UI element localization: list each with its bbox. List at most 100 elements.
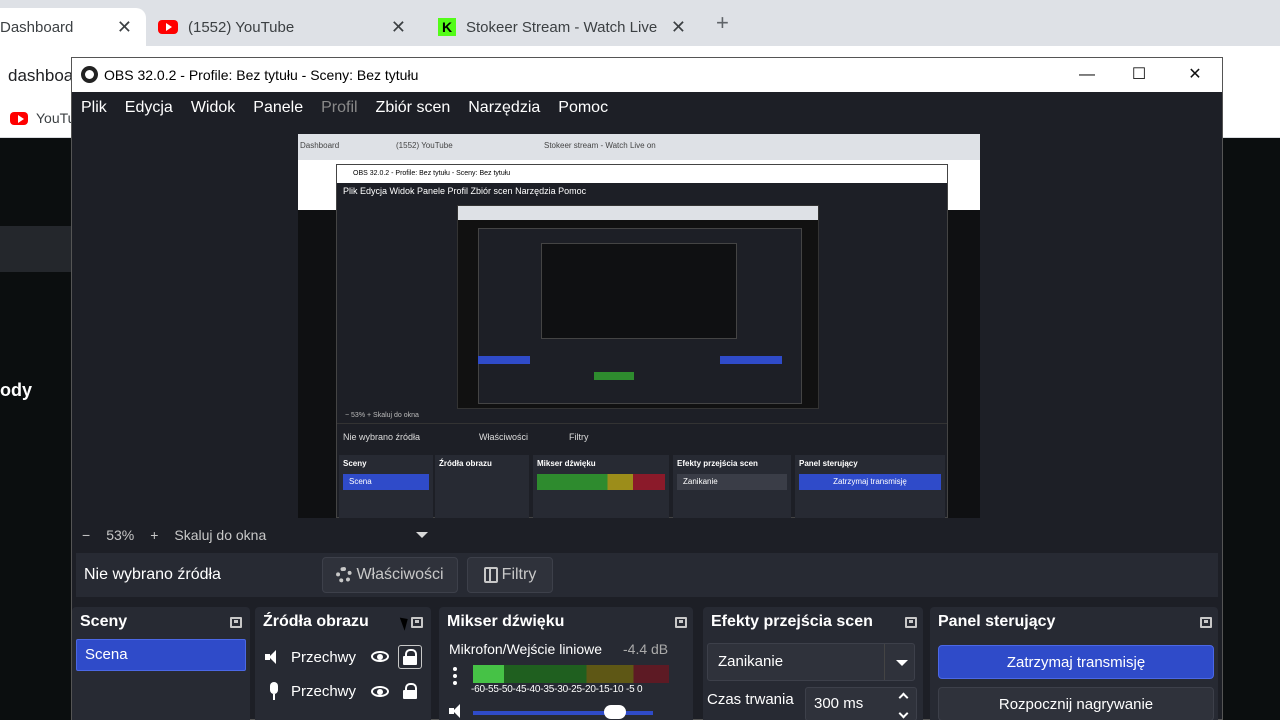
menu-file[interactable]: Plik [72, 92, 116, 124]
visibility-eye-icon[interactable] [371, 651, 389, 662]
nested-meter [594, 372, 634, 380]
nested-window [478, 228, 802, 404]
undock-icon[interactable] [675, 617, 687, 628]
filter-icon [483, 567, 498, 583]
preview-sources-title: Źródła obrazu [439, 459, 492, 468]
lock-icon[interactable] [403, 683, 417, 699]
page-text: ody [0, 380, 33, 400]
visibility-eye-icon[interactable] [371, 686, 389, 697]
preview-browser-tabs: Dashboard (1552) YouTube Stokeer stream … [298, 134, 980, 160]
transitions-title: Efekty przejścia scen [711, 613, 873, 630]
preview-tab: (1552) YouTube [396, 141, 453, 150]
lock-icon [403, 649, 417, 665]
preview-docks: Sceny Scena Źródła obrazu Mikser dźwięku… [337, 455, 947, 518]
close-icon[interactable]: ✕ [391, 17, 406, 38]
chevron-down-icon[interactable] [416, 532, 428, 538]
bookmark-label: YouTu [36, 110, 76, 126]
chevron-up-icon[interactable] [898, 692, 909, 703]
tab-title: Stokeer Stream - Watch Live on [466, 18, 660, 36]
preview-no-source: Nie wybrano źródła [343, 432, 421, 442]
tab-title: Dashboard [0, 18, 74, 36]
obs-title-bar: OBS 32.0.2 - Profile: Bez tytułu - Sceny… [72, 58, 1222, 92]
preview-transitions: Efekty przejścia scen Zanikanie [673, 455, 791, 518]
close-icon[interactable]: ✕ [117, 17, 132, 38]
maximize-icon[interactable]: ☐ [1116, 62, 1162, 88]
preview-area: Dashboard (1552) YouTube Stokeer stream … [76, 126, 1218, 521]
audio-mixer-dock: Mikser dźwięku Mikrofon/Wejście liniowe … [439, 607, 693, 720]
duration-value: 300 ms [814, 695, 864, 712]
bookmark-youtube[interactable]: YouTu [10, 110, 75, 126]
preview-transitions-title: Efekty przejścia scen [677, 459, 758, 468]
meter-scale: -60-55-50-45-40-35-30-25-20-15-10 -5 0 [471, 684, 643, 695]
gear-icon [336, 567, 353, 583]
browser-tab-youtube[interactable]: (1552) YouTube ✕ [158, 8, 420, 46]
minimize-icon[interactable]: — [1064, 62, 1110, 88]
source-item[interactable]: Przechwy [265, 677, 356, 705]
close-icon[interactable]: ✕ [1172, 62, 1218, 88]
preview-scene-item: Scena [343, 474, 429, 490]
more-options-icon[interactable] [453, 667, 457, 689]
undock-icon[interactable] [230, 617, 242, 628]
chevron-down-icon[interactable] [898, 708, 909, 719]
kick-icon: K [438, 18, 456, 36]
preview-obs-window: OBS 32.0.2 - Profile: Bez tytułu - Sceny… [336, 164, 948, 518]
filters-button[interactable]: Filtry [467, 557, 553, 593]
sources-title: Źródła obrazu [263, 613, 369, 630]
source-label: Przechwy [291, 682, 357, 700]
preview-nested-capture [457, 205, 819, 409]
source-item[interactable]: Przechwy [265, 643, 356, 671]
chevron-down-icon [896, 660, 908, 666]
menu-tools[interactable]: Narzędzia [459, 92, 549, 124]
preview-scenes: Sceny Scena [339, 455, 433, 518]
preview-controls-title: Panel sterujący [799, 459, 858, 468]
undock-icon[interactable] [905, 617, 917, 628]
menu-edit[interactable]: Edycja [116, 92, 182, 124]
transition-value: Zanikanie [718, 653, 784, 670]
nested-preview [541, 243, 737, 339]
filters-label: Filtry [501, 566, 537, 583]
youtube-icon [10, 111, 28, 125]
zoom-fit-select[interactable]: Skaluj do okna [174, 527, 266, 543]
preview-title: OBS 32.0.2 - Profile: Bez tytułu - Sceny… [337, 165, 947, 183]
preview-canvas[interactable]: Dashboard (1552) YouTube Stokeer stream … [298, 134, 980, 518]
close-icon[interactable]: ✕ [671, 17, 686, 38]
menu-docks[interactable]: Panele [244, 92, 312, 124]
browser-tab-kick[interactable]: K Stokeer Stream - Watch Live on ✕ [438, 8, 700, 46]
volume-slider-handle[interactable] [604, 705, 627, 719]
preview-source-bar: Nie wybrano źródła Właściwości Filtry [337, 423, 947, 449]
new-tab-icon[interactable]: + [716, 10, 729, 36]
preview-mixer: Mikser dźwięku [533, 455, 669, 518]
duration-spinbox[interactable]: 300 ms [805, 687, 917, 720]
preview-properties: Właściwości [479, 432, 529, 442]
menu-scene-collection[interactable]: Zbiór scen [367, 92, 460, 124]
stop-streaming-button[interactable]: Zatrzymaj transmisję [938, 645, 1214, 679]
transitions-dock: Efekty przejścia scen Zanikanie Czas trw… [703, 607, 923, 720]
controls-title: Panel sterujący [938, 613, 1056, 630]
preview-scenes-title: Sceny [343, 459, 367, 468]
meter-level-right [473, 674, 505, 683]
undock-icon[interactable] [1200, 617, 1212, 628]
select-divider [884, 644, 885, 680]
menu-help[interactable]: Pomoc [549, 92, 617, 124]
speaker-icon[interactable] [449, 703, 467, 719]
page-content-right [1222, 138, 1280, 720]
youtube-icon [158, 20, 178, 34]
scenes-dock: Sceny Scena [72, 607, 250, 720]
preview-menu: Plik Edycja Widok Panele Profil Zbiór sc… [343, 186, 587, 196]
zoom-bar: − 53% + Skaluj do okna [76, 524, 1218, 546]
preview-tab: Stokeer stream - Watch Live on [544, 141, 656, 150]
transition-select[interactable]: Zanikanie [707, 643, 915, 681]
menu-bar: Plik Edycja Widok Panele Profil Zbiór sc… [72, 92, 1222, 124]
preview-controls: Panel sterujący Zatrzymaj transmisję [795, 455, 945, 518]
browser-tab-dashboard[interactable]: Dashboard ✕ [0, 8, 146, 46]
properties-button[interactable]: Właściwości [322, 557, 458, 593]
zoom-out-button[interactable]: − [82, 527, 90, 543]
properties-label: Właściwości [356, 566, 444, 583]
menu-profile[interactable]: Profil [312, 92, 366, 124]
menu-view[interactable]: Widok [182, 92, 244, 124]
scene-list-item[interactable]: Scena [76, 639, 246, 671]
zoom-in-button[interactable]: + [150, 527, 158, 543]
start-recording-button[interactable]: Rozpocznij nagrywanie [938, 687, 1214, 720]
obs-logo-icon [81, 66, 98, 83]
undock-icon[interactable] [411, 617, 423, 628]
